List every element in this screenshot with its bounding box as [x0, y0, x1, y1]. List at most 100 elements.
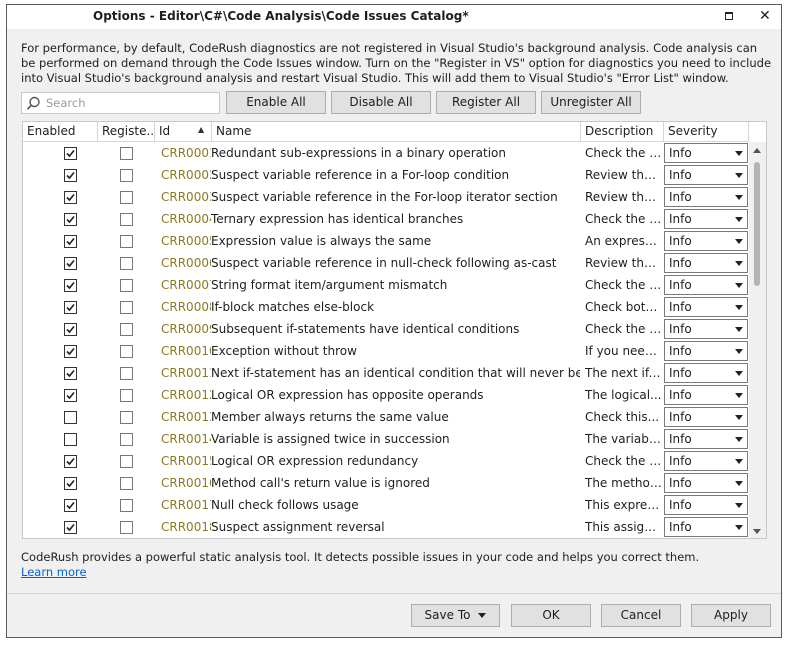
- table-row[interactable]: CRR0014Variable is assigned twice in suc…: [23, 428, 749, 450]
- table-row[interactable]: CRR0011Next if-statement has an identica…: [23, 362, 749, 384]
- enabled-checkbox[interactable]: [64, 455, 77, 468]
- table-row[interactable]: CRR0016Method call's return value is ign…: [23, 472, 749, 494]
- enabled-checkbox[interactable]: [64, 367, 77, 380]
- enabled-checkbox[interactable]: [64, 213, 77, 226]
- register-checkbox[interactable]: [120, 279, 133, 292]
- enabled-checkbox[interactable]: [64, 323, 77, 336]
- enabled-checkbox[interactable]: [64, 257, 77, 270]
- severity-dropdown[interactable]: Info: [664, 275, 748, 295]
- chevron-down-icon: [735, 525, 743, 530]
- register-checkbox[interactable]: [120, 235, 133, 248]
- column-header-register[interactable]: Registe...: [98, 122, 155, 141]
- table-row[interactable]: CRR0003Suspect variable reference in the…: [23, 186, 749, 208]
- table-row[interactable]: CRR0018Suspect assignment reversal This a…: [23, 516, 749, 538]
- disable-all-button[interactable]: Disable All: [331, 91, 431, 114]
- table-row[interactable]: CRR0012Logical OR expression has opposit…: [23, 384, 749, 406]
- severity-dropdown[interactable]: Info: [664, 341, 748, 361]
- severity-dropdown[interactable]: Info: [664, 451, 748, 471]
- enabled-checkbox[interactable]: [64, 477, 77, 490]
- table-row[interactable]: CRR0001Redundant sub-expressions in a bi…: [23, 142, 749, 164]
- severity-dropdown[interactable]: Info: [664, 165, 748, 185]
- severity-dropdown[interactable]: Info: [664, 363, 748, 383]
- learn-more-link[interactable]: Learn more: [21, 565, 87, 579]
- enabled-checkbox[interactable]: [64, 345, 77, 358]
- severity-dropdown[interactable]: Info: [664, 297, 748, 317]
- column-header-severity[interactable]: Severity: [664, 122, 749, 141]
- ok-button[interactable]: OK: [511, 604, 591, 627]
- severity-dropdown[interactable]: Info: [664, 231, 748, 251]
- register-checkbox[interactable]: [120, 477, 133, 490]
- column-header-description[interactable]: Description: [581, 122, 664, 141]
- severity-dropdown[interactable]: Info: [664, 407, 748, 427]
- table-row[interactable]: CRR0008If-block matches else-block Check …: [23, 296, 749, 318]
- table-row[interactable]: CRR0006Suspect variable reference in nul…: [23, 252, 749, 274]
- enabled-checkbox[interactable]: [64, 235, 77, 248]
- register-checkbox[interactable]: [120, 213, 133, 226]
- save-to-button[interactable]: Save To: [411, 604, 500, 627]
- enabled-checkbox[interactable]: [64, 389, 77, 402]
- table-row[interactable]: CRR0010Exception without throw If you nee…: [23, 340, 749, 362]
- enabled-checkbox[interactable]: [64, 301, 77, 314]
- register-checkbox[interactable]: [120, 521, 133, 534]
- apply-button[interactable]: Apply: [691, 604, 771, 627]
- maximize-button[interactable]: [714, 5, 744, 29]
- enabled-checkbox[interactable]: [64, 147, 77, 160]
- table-row[interactable]: CRR0004Ternary expression has identical …: [23, 208, 749, 230]
- register-checkbox[interactable]: [120, 499, 133, 512]
- scroll-up-icon[interactable]: [753, 148, 761, 153]
- enabled-checkbox[interactable]: [64, 521, 77, 534]
- table-row[interactable]: CRR0017Null check follows usage This expr…: [23, 494, 749, 516]
- register-checkbox[interactable]: [120, 301, 133, 314]
- severity-dropdown[interactable]: Info: [664, 187, 748, 207]
- register-checkbox[interactable]: [120, 169, 133, 182]
- severity-dropdown[interactable]: Info: [664, 517, 748, 537]
- register-checkbox[interactable]: [120, 411, 133, 424]
- register-checkbox[interactable]: [120, 191, 133, 204]
- issue-description: This assign...: [585, 520, 662, 534]
- register-checkbox[interactable]: [120, 345, 133, 358]
- register-checkbox[interactable]: [120, 455, 133, 468]
- vertical-scrollbar[interactable]: [749, 142, 766, 538]
- enabled-checkbox[interactable]: [64, 433, 77, 446]
- register-checkbox[interactable]: [120, 433, 133, 446]
- search-box[interactable]: [21, 92, 220, 114]
- column-header-enabled[interactable]: Enabled: [23, 122, 98, 141]
- register-checkbox[interactable]: [120, 323, 133, 336]
- register-checkbox[interactable]: [120, 257, 133, 270]
- severity-dropdown[interactable]: Info: [664, 495, 748, 515]
- table-row[interactable]: CRR0005Expression value is always the sa…: [23, 230, 749, 252]
- severity-dropdown[interactable]: Info: [664, 473, 748, 493]
- enabled-checkbox[interactable]: [64, 191, 77, 204]
- register-checkbox[interactable]: [120, 389, 133, 402]
- severity-dropdown[interactable]: Info: [664, 209, 748, 229]
- issue-id: CRR0005: [161, 234, 211, 248]
- enabled-checkbox[interactable]: [64, 411, 77, 424]
- issue-id: CRR0010: [161, 344, 211, 358]
- enabled-checkbox[interactable]: [64, 169, 77, 182]
- table-row[interactable]: CRR0002Suspect variable reference in a F…: [23, 164, 749, 186]
- severity-dropdown[interactable]: Info: [664, 253, 748, 273]
- cancel-button[interactable]: Cancel: [601, 604, 681, 627]
- unregister-all-button[interactable]: Unregister All: [541, 91, 641, 114]
- table-row[interactable]: CRR0013Member always returns the same va…: [23, 406, 749, 428]
- register-checkbox[interactable]: [120, 367, 133, 380]
- severity-dropdown[interactable]: Info: [664, 385, 748, 405]
- enable-all-button[interactable]: Enable All: [226, 91, 326, 114]
- table-row[interactable]: CRR0015Logical OR expression redundancy C…: [23, 450, 749, 472]
- register-checkbox[interactable]: [120, 147, 133, 160]
- table-row[interactable]: CRR0007String format item/argument misma…: [23, 274, 749, 296]
- register-all-button[interactable]: Register All: [436, 91, 536, 114]
- enabled-checkbox[interactable]: [64, 499, 77, 512]
- column-header-name[interactable]: Name: [212, 122, 581, 141]
- scroll-thumb[interactable]: [754, 162, 760, 286]
- severity-value: Info: [669, 212, 692, 226]
- severity-dropdown[interactable]: Info: [664, 319, 748, 339]
- close-button[interactable]: ✕: [750, 5, 780, 29]
- table-row[interactable]: CRR0009Subsequent if-statements have ide…: [23, 318, 749, 340]
- save-to-label: Save To: [424, 608, 471, 622]
- severity-dropdown[interactable]: Info: [664, 143, 748, 163]
- search-input[interactable]: [46, 95, 214, 111]
- scroll-down-icon[interactable]: [753, 529, 761, 534]
- severity-dropdown[interactable]: Info: [664, 429, 748, 449]
- enabled-checkbox[interactable]: [64, 279, 77, 292]
